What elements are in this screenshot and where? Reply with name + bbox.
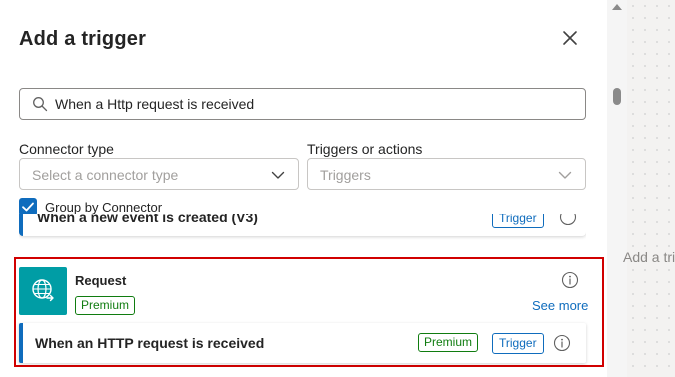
scrollbar[interactable] bbox=[607, 0, 627, 377]
close-icon[interactable] bbox=[558, 26, 582, 50]
info-icon[interactable] bbox=[553, 334, 571, 352]
trigger-badge: Trigger bbox=[492, 333, 544, 354]
action-label: When an HTTP request is received bbox=[35, 335, 265, 351]
connector-type-dropdown[interactable]: Select a connector type bbox=[19, 158, 299, 190]
search-input[interactable]: When a Http request is received bbox=[19, 88, 586, 120]
premium-badge: Premium bbox=[75, 296, 136, 315]
globe-request-icon bbox=[19, 267, 67, 315]
triggers-or-actions-dropdown[interactable]: Triggers bbox=[307, 158, 586, 190]
results-list-top: When a new event is created (V3) Trigger bbox=[19, 214, 586, 244]
panel-title: Add a trigger bbox=[19, 28, 147, 50]
scroll-up-arrow-icon[interactable] bbox=[612, 4, 622, 10]
search-icon bbox=[32, 96, 48, 112]
flow-canvas bbox=[627, 0, 675, 377]
list-item-label: When a new event is created (V3) bbox=[37, 214, 258, 225]
add-trigger-panel: Add a trigger When a Http request is rec… bbox=[0, 0, 607, 377]
chevron-down-icon bbox=[271, 168, 285, 182]
canvas-add-trigger-hint: Add a trigger bbox=[623, 249, 675, 265]
connector-name: Request bbox=[75, 273, 127, 288]
list-item-previous[interactable]: When a new event is created (V3) Trigger bbox=[19, 214, 586, 236]
chevron-down-icon bbox=[558, 168, 572, 182]
action-http-request-received[interactable]: When an HTTP request is received Premium… bbox=[19, 323, 586, 363]
see-more-link[interactable]: See more bbox=[532, 298, 588, 313]
triggers-or-actions-placeholder: Triggers bbox=[320, 167, 371, 183]
trigger-badge: Trigger bbox=[492, 214, 544, 228]
triggers-or-actions-label: Triggers or actions bbox=[307, 141, 423, 157]
info-icon[interactable] bbox=[561, 271, 579, 289]
group-by-connector-label: Group by Connector bbox=[45, 200, 163, 215]
connector-type-placeholder: Select a connector type bbox=[32, 167, 179, 183]
info-icon[interactable] bbox=[559, 214, 577, 226]
scrollbar-thumb[interactable] bbox=[613, 88, 621, 105]
connector-type-label: Connector type bbox=[19, 141, 114, 157]
premium-badge: Premium bbox=[418, 333, 479, 352]
search-value: When a Http request is received bbox=[55, 96, 255, 112]
